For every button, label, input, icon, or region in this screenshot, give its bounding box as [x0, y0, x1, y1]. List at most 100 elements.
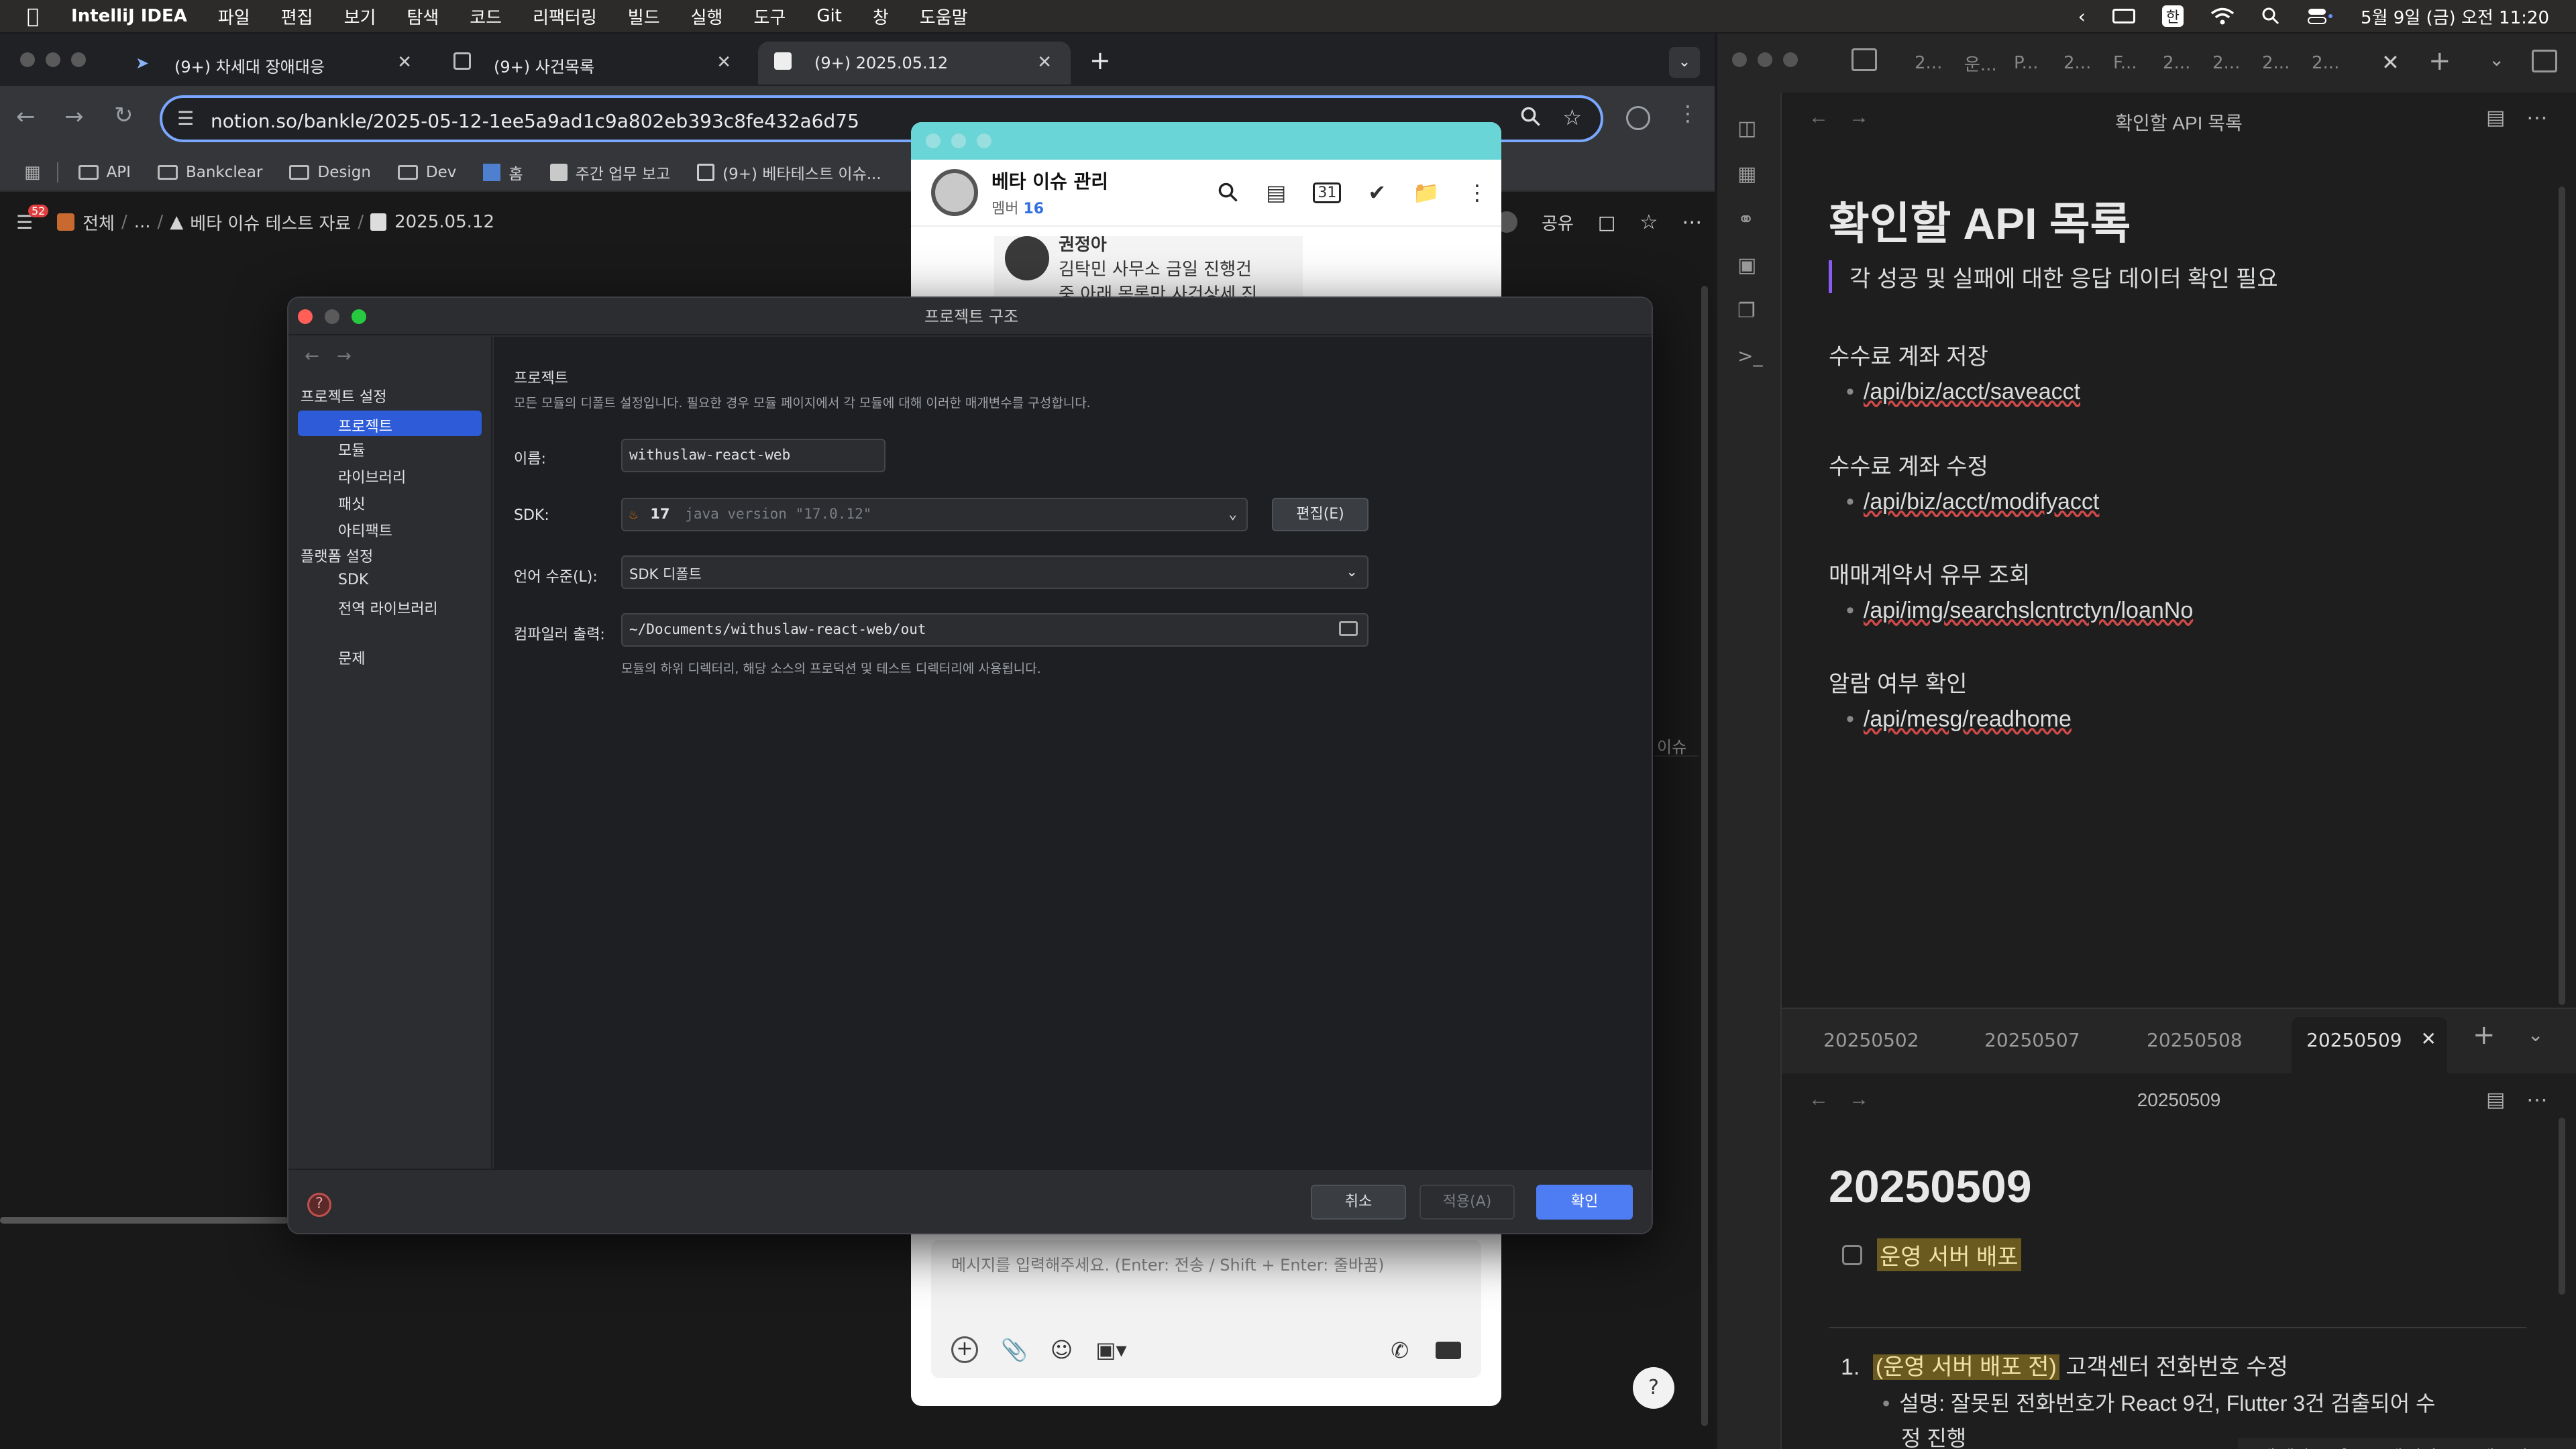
add-icon[interactable]: +: [951, 1336, 978, 1363]
new-tab-icon[interactable]: +: [1089, 46, 1111, 75]
browser-tab-3[interactable]: (9+) 2025.05.12 ✕: [758, 42, 1071, 85]
menubar-clock[interactable]: 5월 9일 (금) 오전 11:20: [2361, 4, 2549, 29]
task-checkbox-item[interactable]: 운영 서버 배포: [1842, 1238, 2021, 1271]
reload-icon[interactable]: ↻: [114, 102, 133, 129]
sidebar-item-artifacts[interactable]: 아티팩트: [338, 519, 392, 541]
folder-icon[interactable]: 📁: [1413, 180, 1440, 205]
maximize-window-button[interactable]: [1783, 52, 1798, 67]
note-tab-active[interactable]: 20250509 ✕: [2292, 1017, 2447, 1075]
bookmark-dev[interactable]: Dev: [397, 164, 456, 181]
more-vertical-icon[interactable]: ⋮: [1466, 180, 1488, 205]
menu-git[interactable]: Git: [816, 6, 842, 26]
site-info-icon[interactable]: ☰: [177, 107, 194, 129]
edit-pencil-icon[interactable]: ✎: [2340, 1445, 2353, 1449]
sidebar-item-libraries[interactable]: 라이브러리: [338, 466, 406, 487]
browser-tab-2[interactable]: (9+) 사건목록 ✕: [437, 42, 750, 85]
spotlight-search-icon[interactable]: [2261, 7, 2280, 25]
note-tab[interactable]: 2...: [2212, 53, 2262, 73]
sidebar-item-modules[interactable]: 모듈: [338, 439, 365, 460]
wifi-icon[interactable]: [2210, 7, 2235, 25]
menu-help[interactable]: 도움말: [920, 4, 968, 29]
copy-icon[interactable]: ❐: [1737, 299, 1756, 323]
sidebar-item-facets[interactable]: 패싯: [338, 492, 365, 514]
vertical-scrollbar[interactable]: [2559, 186, 2565, 1005]
close-window-button[interactable]: [298, 309, 313, 324]
share-button[interactable]: 공유: [1542, 210, 1574, 235]
note-tab[interactable]: 2...: [1915, 53, 1964, 73]
menu-edit[interactable]: 편집: [281, 4, 313, 29]
ok-button[interactable]: 확인: [1536, 1185, 1633, 1220]
breadcrumb-item[interactable]: 베타 이슈 테스트 자료: [190, 210, 351, 235]
maximize-window-button[interactable]: [977, 133, 991, 148]
apps-grid-icon[interactable]: ▦: [24, 162, 41, 182]
language-level-select[interactable]: SDK 디폴트 ⌄: [621, 555, 1368, 589]
search-icon[interactable]: [1218, 182, 1239, 203]
tab-close-icon[interactable]: ✕: [2421, 1028, 2436, 1050]
tab-list-icon[interactable]: ⌄: [2528, 1024, 2543, 1046]
control-center-icon[interactable]: [2307, 7, 2334, 25]
calendar-icon[interactable]: 31: [1313, 182, 1342, 203]
sidebar-toggle-icon[interactable]: [1851, 48, 1877, 71]
notes-icon[interactable]: ▤: [1266, 180, 1286, 205]
tab-close-icon[interactable]: ✕: [1037, 52, 1052, 72]
check-circle-icon[interactable]: ✔: [1368, 180, 1386, 205]
reading-view-icon[interactable]: ▤: [2486, 106, 2505, 129]
cancel-button[interactable]: 취소: [1311, 1185, 1406, 1220]
sdk-select[interactable]: ♨ 17 java version "17.0.12" ⌄: [621, 498, 1248, 531]
menu-file[interactable]: 파일: [218, 4, 250, 29]
tab-close-icon[interactable]: ✕: [2381, 50, 2400, 75]
tab-list-icon[interactable]: ⌄: [2489, 48, 2504, 70]
back-icon[interactable]: ←: [16, 103, 36, 130]
profile-icon[interactable]: [1626, 106, 1650, 130]
message-preview[interactable]: 권정아 김탁민 사무소 금일 진행건 중 아래 목록만 사건상세 진: [994, 236, 1303, 303]
browser-tab-1[interactable]: ➤ (9+) 차세대 장애대응 ✕: [118, 42, 431, 85]
bookmark-home[interactable]: 홈: [483, 161, 523, 184]
more-options-icon[interactable]: ⋯: [2526, 105, 2548, 130]
phone-icon[interactable]: ✆: [1391, 1338, 1409, 1363]
breadcrumb-item[interactable]: ...: [134, 212, 151, 232]
attach-icon[interactable]: 📎: [1001, 1337, 1028, 1362]
note-tab[interactable]: 20250502: [1823, 1029, 1919, 1051]
minimize-window-button[interactable]: [1758, 52, 1772, 67]
message-input[interactable]: 메시지를 입력해주세요. (Enter: 전송 / Shift + Enter:…: [931, 1240, 1481, 1287]
right-sidebar-toggle-icon[interactable]: [2532, 50, 2557, 72]
nav-back-icon[interactable]: ←: [305, 346, 319, 366]
chat-input-box[interactable]: 메시지를 입력해주세요. (Enter: 전송 / Shift + Enter:…: [931, 1240, 1481, 1378]
new-tab-icon[interactable]: +: [2428, 46, 2451, 76]
maximize-window-button[interactable]: [352, 309, 366, 324]
menu-view[interactable]: 보기: [344, 4, 376, 29]
checkbox[interactable]: [1842, 1244, 1862, 1265]
forward-icon[interactable]: →: [64, 103, 84, 130]
note-tab[interactable]: 20250508: [2147, 1029, 2243, 1051]
close-window-button[interactable]: [20, 52, 35, 67]
menu-refactor[interactable]: 리팩터링: [533, 4, 597, 29]
video-icon[interactable]: [1436, 1342, 1461, 1359]
tab-search-icon[interactable]: ⌄: [1669, 47, 1700, 78]
edit-sdk-button[interactable]: 편집(E): [1272, 498, 1368, 531]
bookmark-design[interactable]: Design: [289, 164, 371, 181]
breadcrumb-item[interactable]: 전체: [83, 210, 115, 235]
menu-window[interactable]: 창: [873, 4, 889, 29]
maximize-window-button[interactable]: [71, 52, 86, 67]
nav-forward-icon[interactable]: →: [337, 346, 352, 366]
menu-build[interactable]: 빌드: [628, 4, 660, 29]
note-tab[interactable]: F...: [2113, 53, 2163, 73]
note-tab[interactable]: 2...: [2262, 53, 2312, 73]
more-options-icon[interactable]: ⋯: [2526, 1087, 2548, 1112]
favorite-star-icon[interactable]: ☆: [1640, 211, 1658, 234]
more-options-icon[interactable]: ⋯: [1682, 211, 1702, 234]
breadcrumb-item[interactable]: 2025.05.12: [394, 212, 494, 232]
sidebar-toggle-icon[interactable]: ☰ 52: [16, 204, 49, 233]
project-name-field[interactable]: withuslaw-react-web: [621, 439, 885, 472]
tab-close-icon[interactable]: ✕: [716, 52, 731, 72]
calendar-icon[interactable]: ▦: [1737, 162, 1756, 186]
sidebar-item-sdk[interactable]: SDK: [338, 572, 368, 588]
apple-icon[interactable]: : [27, 5, 39, 28]
note-tab[interactable]: 2...: [2312, 53, 2361, 73]
open-quick-switcher-icon[interactable]: ◫: [1737, 117, 1756, 140]
minimize-window-button[interactable]: [951, 133, 966, 148]
help-icon[interactable]: ?: [307, 1193, 331, 1217]
close-window-button[interactable]: [926, 133, 941, 148]
canvas-icon[interactable]: ▣: [1737, 254, 1756, 277]
close-window-button[interactable]: [1732, 52, 1747, 67]
